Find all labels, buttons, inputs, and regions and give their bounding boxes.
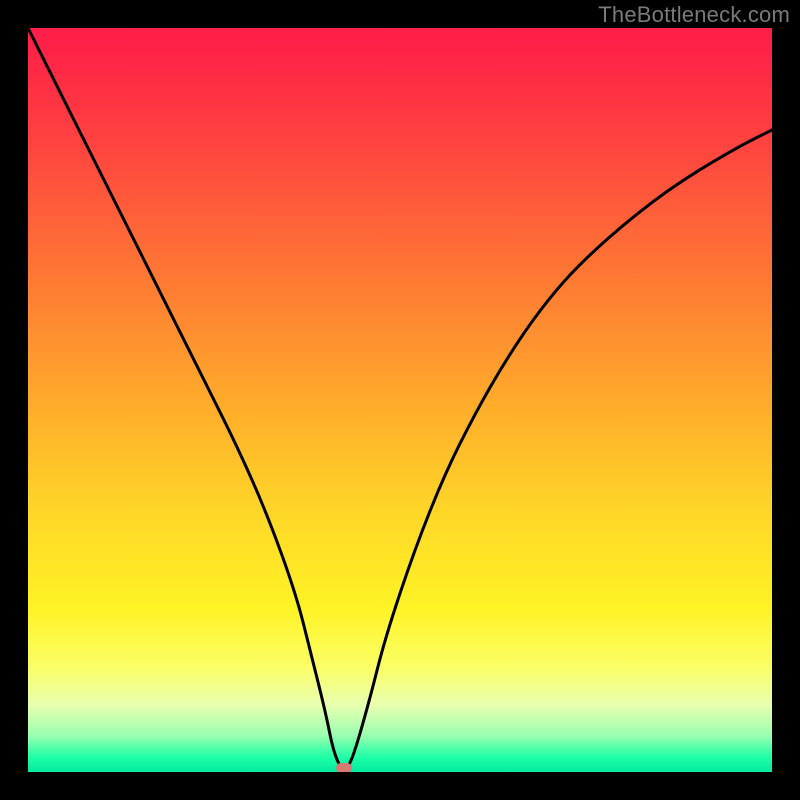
watermark-text: TheBottleneck.com [598,2,790,28]
chart-frame: TheBottleneck.com [0,0,800,800]
plot-area [28,28,772,772]
bottleneck-curve [28,28,772,772]
optimal-point-marker [336,763,352,772]
